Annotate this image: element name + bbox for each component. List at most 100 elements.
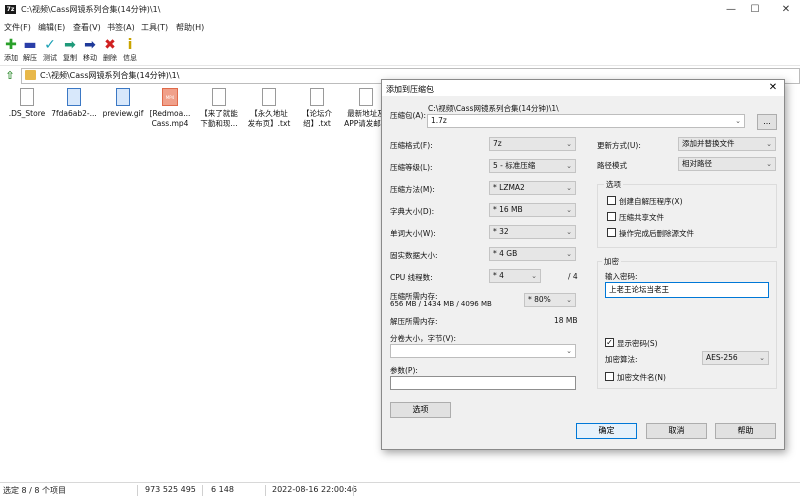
params-input[interactable] [390, 376, 576, 390]
menu-help[interactable]: 帮助(H) [176, 22, 204, 33]
status-divider [137, 485, 138, 496]
help-button[interactable]: 帮助 [715, 423, 776, 439]
chevron-down-icon: ⌄ [766, 160, 772, 168]
toolbar-extract-button[interactable]: ▬ 解压 [20, 36, 40, 63]
image-file-icon [67, 88, 81, 106]
sfx-checkbox[interactable] [607, 196, 616, 205]
menu-view[interactable]: 查看(V) [73, 22, 101, 33]
split-combo[interactable]: ⌄ [390, 344, 576, 358]
chevron-down-icon: ⌄ [566, 250, 572, 258]
path-mode-combo[interactable]: 相对路径 ⌄ [678, 157, 776, 171]
toolbar-label: 添加 [4, 54, 18, 62]
cpu-combo[interactable]: * 4 ⌄ [489, 269, 541, 283]
toolbar-test-button[interactable]: ✓ 测试 [40, 36, 60, 63]
mem-percent-value: * 80% [528, 295, 551, 304]
dialog-title-bar: 添加到压缩包 ✕ [382, 80, 784, 96]
add-to-archive-dialog: 添加到压缩包 ✕ 压缩包(A): C:\视频\Cass网镜系列合集(14分钟)\… [381, 79, 785, 450]
extract-icon: ▬ [23, 37, 37, 53]
status-divider [265, 485, 266, 496]
dmem-value: 18 MB [554, 316, 578, 325]
status-divider [202, 485, 203, 496]
toolbar-move-button[interactable]: ➡ 移动 [80, 36, 100, 63]
close-button[interactable]: ✕ [763, 0, 800, 20]
dialog-close-button[interactable]: ✕ [766, 82, 780, 94]
browse-button[interactable]: ... [757, 114, 777, 130]
chevron-down-icon: ⌄ [566, 296, 572, 304]
delete-after-label: 操作完成后删除源文件 [619, 229, 694, 238]
toolbar-info-button[interactable]: i 信息 [120, 36, 140, 63]
solid-label: 固实数据大小: [390, 251, 438, 260]
mem-percent-combo[interactable]: * 80% ⌄ [524, 293, 576, 307]
menu-bookmarks[interactable]: 书签(A) [107, 22, 135, 33]
toolbar-label: 信息 [123, 54, 137, 62]
format-combo[interactable]: 7z ⌄ [489, 137, 576, 151]
solid-combo[interactable]: * 4 GB ⌄ [489, 247, 576, 261]
cpu-label: CPU 线程数: [390, 273, 433, 282]
document-file-icon [20, 88, 34, 106]
menu-file[interactable]: 文件(F) [4, 22, 31, 33]
title-bar: 7z C:\视频\Cass网镜系列合集(14分钟)\1\ — ☐ ✕ [0, 0, 800, 20]
copy-icon: ➡ [64, 37, 76, 53]
cpu-total: / 4 [568, 272, 578, 281]
shared-label: 压缩共享文件 [619, 213, 664, 222]
status-selected: 选定 8 / 8 个项目 [3, 486, 67, 495]
update-combo[interactable]: 添加并替换文件 ⌄ [678, 137, 776, 151]
level-label: 压缩等级(L): [390, 163, 433, 172]
word-combo[interactable]: * 32 ⌄ [489, 225, 576, 239]
status-packed: 6 148 [211, 485, 234, 494]
ok-button[interactable]: 确定 [576, 423, 637, 439]
chevron-down-icon: ⌄ [566, 347, 572, 355]
encryption-method-combo[interactable]: AES-256 ⌄ [702, 351, 769, 365]
chevron-down-icon: ⌄ [566, 184, 572, 192]
word-label: 单词大小(W): [390, 229, 436, 238]
show-password-checkbox[interactable]: ✓ [605, 338, 614, 347]
chevron-down-icon: ⌄ [566, 206, 572, 214]
method-value: * LZMA2 [493, 183, 525, 192]
toolbar-label: 测试 [43, 54, 57, 62]
dict-combo[interactable]: * 16 MB ⌄ [489, 203, 576, 217]
archive-path: C:\视频\Cass网镜系列合集(14分钟)\1\ [428, 104, 559, 113]
chevron-down-icon: ⌄ [566, 228, 572, 236]
window-title: C:\视频\Cass网镜系列合集(14分钟)\1\ [21, 5, 161, 14]
update-value: 添加并替换文件 [682, 139, 735, 148]
archive-label: 压缩包(A): [390, 111, 427, 120]
archive-name-value: 1.7z [431, 116, 447, 125]
encryption-group-title: 加密 [602, 256, 621, 267]
encryption-method-value: AES-256 [706, 353, 738, 362]
word-value: * 32 [493, 227, 509, 236]
toolbar-copy-button[interactable]: ➡ 复制 [60, 36, 80, 63]
chevron-down-icon: ⌄ [566, 162, 572, 170]
document-file-icon [310, 88, 324, 106]
options-button[interactable]: 选项 [390, 402, 451, 418]
up-folder-icon[interactable]: ⇧ [4, 69, 16, 82]
toolbar-delete-button[interactable]: ✖ 删除 [100, 36, 120, 63]
format-value: 7z [493, 139, 502, 148]
video-file-icon: MP4 [162, 88, 178, 106]
chevron-down-icon: ⌄ [735, 117, 741, 125]
method-combo[interactable]: * LZMA2 ⌄ [489, 181, 576, 195]
archive-name-combo[interactable]: 1.7z ⌄ [427, 114, 745, 128]
menu-tools[interactable]: 工具(T) [141, 22, 168, 33]
encrypt-names-checkbox[interactable] [605, 372, 614, 381]
toolbar: ✚ 添加 ▬ 解压 ✓ 测试 ➡ 复制 ➡ 移动 ✖ 删除 i 信息 [0, 34, 800, 66]
toolbar-add-button[interactable]: ✚ 添加 [1, 36, 21, 63]
level-value: 5 - 标准压缩 [493, 161, 536, 170]
dialog-title: 添加到压缩包 [386, 85, 434, 94]
chevron-down-icon: ⌄ [531, 272, 537, 280]
move-icon: ➡ [84, 37, 96, 53]
password-label: 输入密码: [605, 272, 638, 281]
level-combo[interactable]: 5 - 标准压缩 ⌄ [489, 159, 576, 173]
address-path: C:\视频\Cass网镜系列合集(14分钟)\1\ [40, 71, 180, 80]
document-file-icon [212, 88, 226, 106]
menu-bar: 文件(F) 编辑(E) 查看(V) 书签(A) 工具(T) 帮助(H) [0, 20, 800, 34]
mem-value: 656 MB / 1434 MB / 4096 MB [390, 300, 492, 308]
status-divider [353, 485, 354, 496]
cancel-button[interactable]: 取消 [646, 423, 707, 439]
solid-value: * 4 GB [493, 249, 518, 258]
delete-after-checkbox[interactable] [607, 228, 616, 237]
shared-checkbox[interactable] [607, 212, 616, 221]
toolbar-label: 移动 [83, 54, 97, 62]
menu-edit[interactable]: 编辑(E) [38, 22, 65, 33]
format-label: 压缩格式(F): [390, 141, 433, 150]
password-input[interactable]: 上老王论坛当老王 [605, 282, 769, 298]
